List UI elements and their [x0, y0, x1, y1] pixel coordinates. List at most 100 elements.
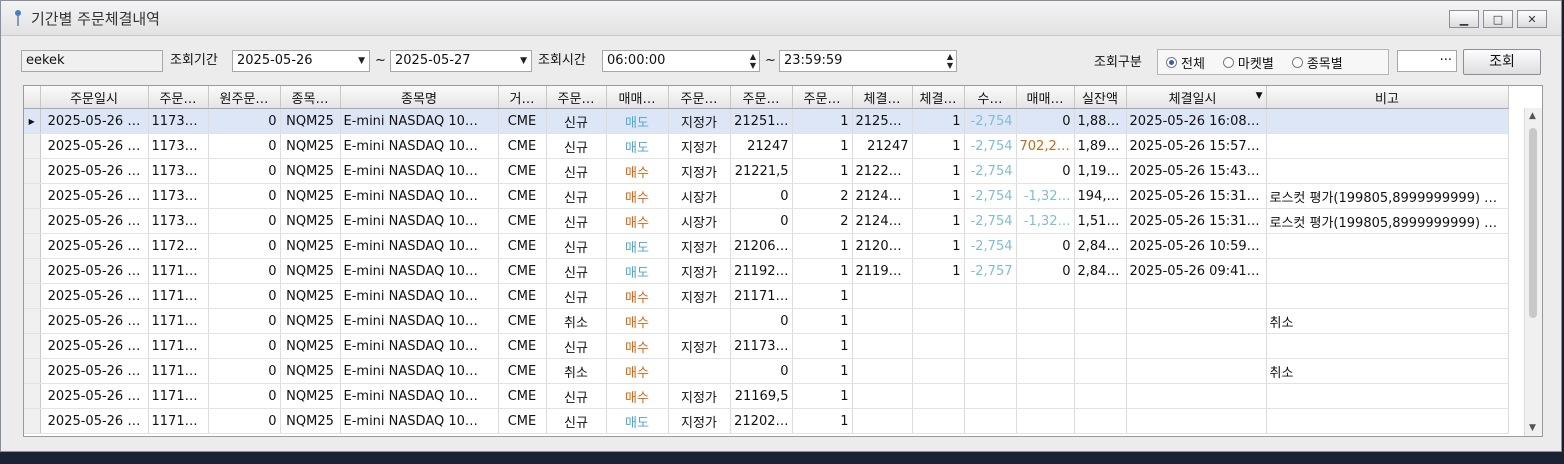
scroll-down-icon[interactable]: ▼	[1529, 423, 1536, 433]
table-cell: 21251…	[730, 108, 793, 134]
column-header[interactable]: 종목…	[280, 86, 341, 109]
column-header-label: 주문…	[742, 91, 780, 107]
table-cell	[1266, 158, 1509, 184]
time-to-spinner[interactable]: 23:59:59 ▲ ▼	[779, 50, 957, 72]
table-cell: 2025-05-26 …	[40, 108, 149, 134]
scroll-up-icon[interactable]: ▲	[1529, 111, 1536, 121]
column-header-label: 주문…	[803, 91, 841, 107]
table-cell: 매도	[606, 133, 669, 159]
time-range-label: 조회시간	[538, 53, 586, 68]
table-cell: 신규	[546, 133, 607, 159]
close-button[interactable]: ✕	[1517, 10, 1547, 28]
table-cell	[1126, 308, 1267, 334]
column-header[interactable]: 체결…	[912, 86, 965, 109]
table-cell	[1126, 283, 1267, 309]
table-cell: 매수	[606, 358, 669, 384]
table-row[interactable]: 2025-05-26 … 1171860 0 NQM25 E-mini NASDAQ 1…	[24, 308, 1509, 334]
table-cell: 1	[912, 258, 965, 284]
table-cell: 1	[912, 208, 965, 234]
column-header[interactable]: 실잔액	[1074, 86, 1127, 109]
table-cell	[1074, 333, 1127, 359]
row-indicator	[24, 333, 41, 359]
table-row[interactable]: 2025-05-26 … 1171960 0 NQM25 E-mini NASDAQ 1…	[24, 408, 1509, 434]
table-cell: 1,51…	[1074, 208, 1127, 234]
column-header-label: 체결…	[919, 91, 957, 107]
table-cell	[912, 333, 965, 359]
column-header[interactable]: 주문일시	[40, 86, 149, 109]
column-header[interactable]: 수…	[964, 86, 1017, 109]
table-cell: 1173372	[148, 133, 209, 159]
column-header[interactable]: 매매…	[606, 86, 669, 109]
radio-all[interactable]: 전체	[1166, 53, 1205, 72]
table-row[interactable]: 2025-05-26 … 1171860 0 NQM25 E-mini NASDAQ 1…	[24, 283, 1509, 309]
account-field[interactable]: eekek	[21, 50, 163, 72]
table-cell: CME	[498, 408, 547, 434]
table-row[interactable]: 2025-05-26 … 1171926 0 NQM25 E-mini NASDAQ 1…	[24, 333, 1509, 359]
symbol-code-field[interactable]: ···	[1397, 50, 1457, 72]
column-header[interactable]: 체결…	[852, 86, 913, 109]
table-cell: 로스컷 평가(199805,8999999999) …	[1266, 183, 1509, 209]
column-header[interactable]: 매매…	[1016, 86, 1075, 109]
table-row[interactable]: 2025-05-26 … 1171878 0 NQM25 E-mini NASDAQ 1…	[24, 258, 1509, 284]
table-cell: 1	[792, 283, 853, 309]
time-from-spinner[interactable]: 06:00:00 ▲ ▼	[602, 50, 760, 72]
column-header-label: 거…	[509, 91, 535, 107]
title-bar[interactable]: 기간별 주문체결내역 ▁ □ ✕	[1, 1, 1561, 36]
column-header[interactable]: 비고	[1266, 86, 1509, 109]
column-header[interactable]: 주문…	[730, 86, 793, 109]
row-indicator	[24, 258, 41, 284]
table-cell: 1171931	[148, 383, 209, 409]
table-row[interactable]: 2025-05-26 … 1173323 0 NQM25 E-mini NASDAQ 1…	[24, 183, 1509, 209]
table-cell: E-mini NASDAQ 10…	[340, 383, 499, 409]
table-cell: 신규	[546, 108, 607, 134]
column-header[interactable]: 주문…	[792, 86, 853, 109]
column-header[interactable]: 주문…	[668, 86, 731, 109]
scroll-thumb[interactable]	[1529, 128, 1537, 318]
date-from-select[interactable]: 2025-05-26 ▼	[232, 50, 370, 72]
table-cell: 1	[792, 158, 853, 184]
vertical-scrollbar[interactable]: ▲ ▼	[1524, 108, 1542, 436]
table-cell: CME	[498, 258, 547, 284]
table-row[interactable]: 2025-05-26 … 1173372 0 NQM25 E-mini NASDAQ 1…	[24, 133, 1509, 159]
table-row[interactable]: 2025-05-26 … 1173350 0 NQM25 E-mini NASDAQ 1…	[24, 158, 1509, 184]
table-cell: 1,89…	[1074, 133, 1127, 159]
table-row[interactable]: 2025-05-26 … 1173323 0 NQM25 E-mini NASDAQ 1…	[24, 208, 1509, 234]
table-cell: 2025-05-26 …	[40, 183, 149, 209]
radio-symbol[interactable]: 종목별	[1291, 53, 1343, 72]
column-header-label: 매매…	[1026, 91, 1064, 107]
column-header[interactable]: 거…	[498, 86, 547, 109]
table-cell: 21206…	[852, 233, 913, 259]
table-cell: -1,32…	[1016, 208, 1075, 234]
date-to-select[interactable]: 2025-05-27 ▼	[390, 50, 532, 72]
table-row[interactable]: 2025-05-26 … 1171926 0 NQM25 E-mini NASDAQ 1…	[24, 358, 1509, 384]
table-cell: 신규	[546, 258, 607, 284]
table-row[interactable]: ▶ 2025-05-26 … 1173441 0 NQM25 E-mini NASDAQ …	[24, 108, 1509, 134]
table-cell: 0	[208, 258, 281, 284]
table-cell: 2025-05-26 …	[40, 208, 149, 234]
search-button[interactable]: 조회	[1463, 49, 1541, 75]
table-cell: CME	[498, 383, 547, 409]
table-row[interactable]: 2025-05-26 … 1172329 0 NQM25 E-mini NASDAQ 1…	[24, 233, 1509, 259]
table-cell: 21221,5	[730, 158, 793, 184]
chevron-down-icon: ▼	[520, 56, 527, 66]
table-cell: E-mini NASDAQ 10…	[340, 133, 499, 159]
table-cell: 1171860	[148, 308, 209, 334]
table-cell: 0	[208, 283, 281, 309]
table-cell: 21192…	[852, 258, 913, 284]
column-header[interactable]: 원주문…	[208, 86, 281, 109]
table-cell: 1171860	[148, 283, 209, 309]
column-header[interactable]: 주문…	[546, 86, 607, 109]
minimize-button[interactable]: ▁	[1449, 10, 1479, 28]
maximize-button[interactable]: □	[1483, 10, 1513, 28]
column-header[interactable]: 체결일시 ▼	[1126, 86, 1267, 109]
column-header[interactable]: 주문…	[148, 86, 209, 109]
column-header[interactable]: 종목명	[340, 86, 499, 109]
table-cell: CME	[498, 133, 547, 159]
table-row[interactable]: 2025-05-26 … 1171931 0 NQM25 E-mini NASDAQ 1…	[24, 383, 1509, 409]
column-header-label: 주문일시	[70, 91, 118, 107]
table-cell	[668, 308, 731, 334]
table-cell	[964, 308, 1017, 334]
row-indicator	[24, 383, 41, 409]
radio-market[interactable]: 마켓별	[1222, 53, 1274, 72]
table-cell: E-mini NASDAQ 10…	[340, 408, 499, 434]
